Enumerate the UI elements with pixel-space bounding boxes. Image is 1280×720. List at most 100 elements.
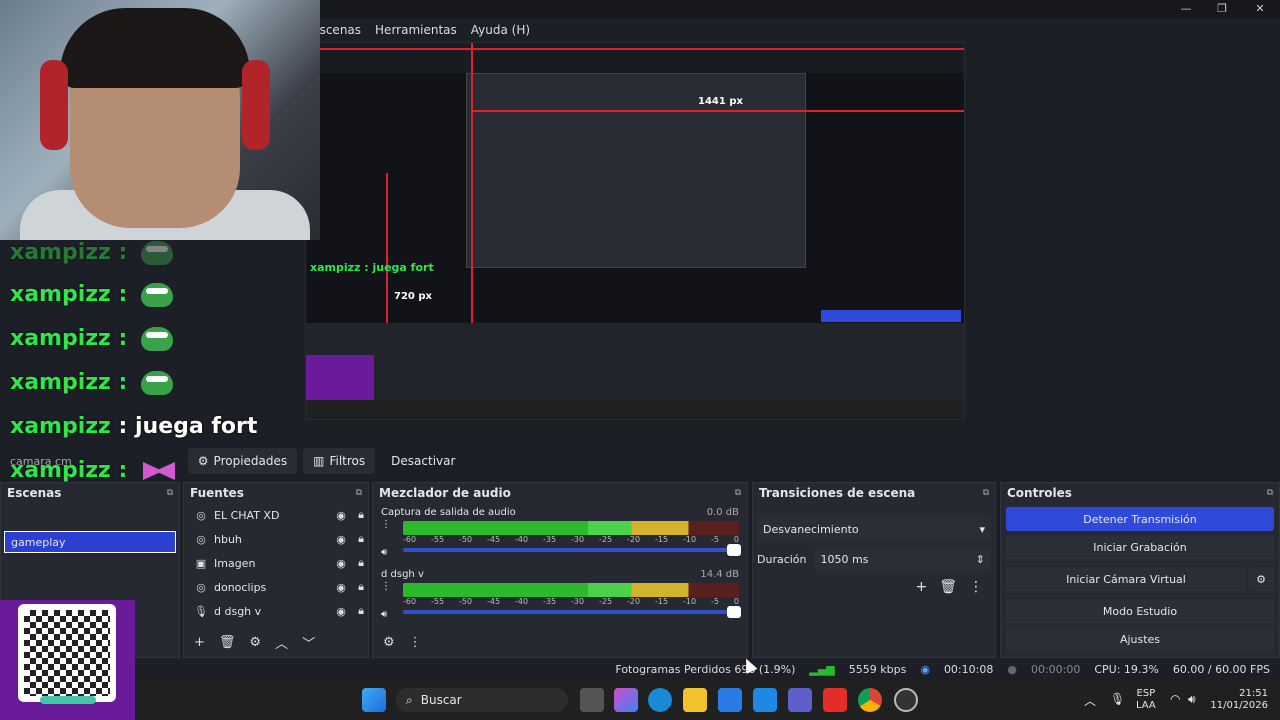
gear-icon[interactable]: ⚙	[1248, 567, 1274, 591]
trash-icon[interactable]: 🗑︎	[939, 579, 957, 595]
lock-icon[interactable]: 🔒︎	[354, 604, 368, 618]
source-row[interactable]: ▣ Imagen ◉ 🔒︎	[184, 551, 368, 575]
filters-button[interactable]: ▥ Filtros	[303, 448, 376, 474]
obs-icon[interactable]	[894, 688, 918, 712]
settings-button[interactable]: Ajustes	[1006, 627, 1274, 651]
image-source-icon: ▣	[195, 556, 207, 570]
stream-icon: ◉	[920, 662, 930, 676]
task-view-icon[interactable]	[580, 688, 604, 712]
lock-icon[interactable]: 🔒︎	[354, 580, 368, 594]
lock-icon[interactable]: 🔒︎	[354, 508, 368, 522]
eye-icon[interactable]: ◉	[334, 557, 348, 570]
youtube-icon[interactable]	[823, 688, 847, 712]
transition-select[interactable]: Desvanecimiento ▾	[757, 517, 991, 541]
menu-bar: Escenas Herramientas Ayuda (H)	[312, 18, 1280, 42]
lock-icon[interactable]: 🔒︎	[354, 532, 368, 546]
stream-preview[interactable]: 1441 px 720 px xampizz : juega fort	[305, 42, 965, 420]
undock-icon[interactable]: ⧉	[1267, 488, 1273, 498]
source-toolbar: camara cm ⚙ Propiedades ▥ Filtros Desactiv…	[0, 445, 1280, 477]
microphone-icon[interactable]: 🎙︎	[1110, 692, 1125, 706]
minimize-icon[interactable]: —	[1168, 0, 1204, 18]
properties-button[interactable]: ⚙ Propiedades	[187, 448, 298, 474]
kebab-menu-icon[interactable]: ⋮	[381, 581, 391, 592]
undock-icon[interactable]: ⧉	[735, 488, 741, 498]
scene-item-gameplay[interactable]: gameplay	[4, 531, 176, 553]
volume-meter	[403, 583, 739, 597]
source-row[interactable]: ◎ EL CHAT XD ◉ 🔒︎	[184, 503, 368, 527]
speaker-icon[interactable]: 🔊︎	[381, 609, 387, 620]
trash-icon[interactable]: 🗑︎	[219, 635, 236, 650]
browser-source-icon: ◎	[196, 532, 206, 546]
duration-spinbox[interactable]: 1050 ms ⇕	[814, 547, 991, 571]
advanced-audio-icon[interactable]: ⚙	[383, 635, 395, 650]
eye-icon[interactable]: ◉	[334, 533, 348, 546]
gear-icon[interactable]: ⚙	[249, 635, 261, 650]
kebab-menu-icon[interactable]: ⋮	[381, 519, 391, 530]
cpu-usage: CPU: 19.3%	[1094, 662, 1159, 676]
lock-icon[interactable]: 🔒︎	[354, 556, 368, 570]
headphones-icon	[242, 60, 270, 150]
volume-slider[interactable]	[403, 544, 741, 556]
volume-icon[interactable]: 🔊︎	[1188, 692, 1196, 707]
transitions-dock: Transiciones de escena ⧉ Desvanecimiento ▾…	[752, 482, 996, 658]
chrome-icon[interactable]	[858, 688, 882, 712]
chat-line: xampizz :	[10, 458, 175, 483]
preview-chat-line: xampizz : juega fort	[310, 261, 434, 274]
filter-icon: ▥	[313, 454, 325, 468]
windows-taskbar: ⌕ Buscar ︿ 🎙︎ ESP LAA ◠ 🔊︎ 21:51 11/01/2…	[0, 680, 1280, 720]
microphone-icon: 🎙︎	[194, 604, 208, 618]
chat-line: xampizz :	[10, 282, 173, 307]
maximize-icon[interactable]: ❐	[1204, 0, 1240, 18]
qr-code	[18, 604, 116, 702]
deactivate-button[interactable]: Desactivar	[381, 448, 465, 474]
file-explorer-icon[interactable]	[683, 688, 707, 712]
store-icon[interactable]	[718, 688, 742, 712]
browser-source-icon: ◎	[196, 508, 206, 522]
source-row[interactable]: 🎙︎ d dsgh v ◉ 🔒︎	[184, 599, 368, 623]
menu-tools[interactable]: Herramientas	[375, 23, 457, 37]
undock-icon[interactable]: ⧉	[356, 488, 362, 498]
stop-streaming-button[interactable]: Detener Transmisión	[1006, 507, 1274, 531]
teams-icon[interactable]	[788, 688, 812, 712]
windows-start-icon[interactable]	[362, 688, 386, 712]
eye-icon[interactable]: ◉	[334, 581, 348, 594]
start-recording-button[interactable]: Iniciar Grabación	[1006, 535, 1274, 559]
donation-qr	[0, 600, 135, 720]
pepe-emote-icon	[140, 241, 173, 265]
eye-icon[interactable]: ◉	[334, 509, 348, 522]
undock-icon[interactable]: ⧉	[167, 488, 173, 498]
source-row[interactable]: ◎ hbuh ◉ 🔒︎	[184, 527, 368, 551]
eye-icon[interactable]: ◉	[334, 605, 348, 618]
language-indicator[interactable]: ESP LAA	[1136, 688, 1156, 712]
add-icon[interactable]: +	[915, 579, 927, 595]
add-icon[interactable]: +	[194, 635, 205, 650]
kebab-menu-icon[interactable]: ⋮	[969, 579, 983, 595]
menu-help[interactable]: Ayuda (H)	[471, 23, 530, 37]
guide-line-mid	[471, 110, 964, 112]
chevron-down-icon[interactable]: ﹀	[302, 633, 315, 652]
edge-icon[interactable]	[648, 688, 672, 712]
clock[interactable]: 21:51 11/01/2026	[1210, 688, 1268, 712]
wifi-icon[interactable]: ◠	[1170, 692, 1180, 706]
kebab-menu-icon[interactable]: ⋮	[409, 635, 422, 650]
preview-inner-stop-button	[821, 310, 961, 322]
speaker-icon[interactable]: 🔊︎	[381, 547, 387, 558]
guide-line-horizontal	[306, 48, 964, 50]
chevron-up-icon[interactable]: ︿	[1084, 692, 1096, 709]
undock-icon[interactable]: ⧉	[983, 488, 989, 498]
studio-mode-button[interactable]: Modo Estudio	[1006, 599, 1274, 623]
taskbar-search[interactable]: ⌕ Buscar	[396, 688, 568, 712]
volume-slider[interactable]	[403, 606, 741, 618]
start-virtual-camera-button[interactable]: Iniciar Cámara Virtual	[1006, 567, 1246, 591]
chevron-up-icon[interactable]: ︿	[275, 633, 288, 652]
copilot-icon[interactable]	[614, 688, 638, 712]
mail-icon[interactable]	[753, 688, 777, 712]
qr-tag	[40, 696, 96, 704]
source-row[interactable]: ◎ donoclips ◉ 🔒︎	[184, 575, 368, 599]
browser-source-icon: ◎	[196, 580, 206, 594]
headphones-icon	[40, 60, 68, 150]
transitions-header: Transiciones de escena ⧉	[759, 486, 989, 500]
spinner-icon[interactable]: ⇕	[976, 553, 985, 566]
preview-inner-taskbar	[306, 400, 964, 419]
close-icon[interactable]: ✕	[1242, 0, 1278, 18]
